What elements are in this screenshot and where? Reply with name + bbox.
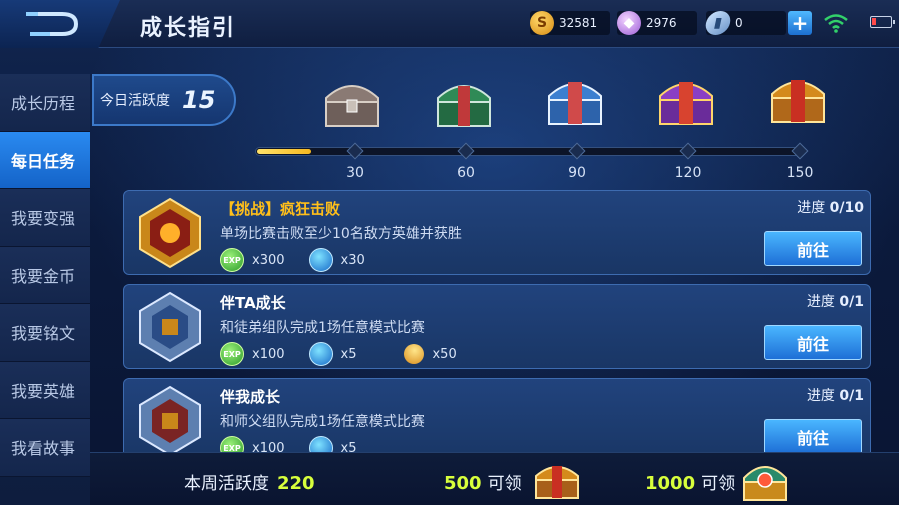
challenge-badge-icon bbox=[139, 197, 201, 269]
claim-threshold: 1000 bbox=[645, 473, 696, 494]
reward-amount: x5 bbox=[340, 346, 357, 362]
diamond-value: 2976 bbox=[646, 16, 677, 30]
task-progress: 进度 0/10 bbox=[797, 197, 864, 217]
page-title: 成长指引 bbox=[140, 16, 237, 41]
sidebar-item-label: 每日任务 bbox=[11, 151, 76, 171]
voucher-currency: ▮ 0 bbox=[703, 11, 786, 35]
task-progress-label: 进度 bbox=[806, 294, 835, 310]
task-progress-label: 进度 bbox=[797, 200, 826, 216]
mentor-badge-icon bbox=[139, 291, 201, 363]
weekly-claim-500: 500 可领 bbox=[444, 469, 522, 494]
star-fragment-icon bbox=[400, 339, 429, 369]
sidebar-item-label: 成长历程 bbox=[11, 94, 76, 114]
task-progress: 进度 0/1 bbox=[807, 291, 864, 311]
task-title: 【挑战】疯狂击败 bbox=[220, 200, 341, 218]
gold-currency: S 32581 bbox=[530, 11, 610, 35]
back-arrow-icon bbox=[26, 12, 79, 36]
reward-item: x5 bbox=[308, 342, 357, 366]
reward-item: x30 bbox=[308, 248, 365, 272]
reward-amount: x50 bbox=[432, 346, 457, 362]
chest-icon-150[interactable] bbox=[762, 66, 834, 130]
diamond-icon: ◆ bbox=[617, 11, 641, 35]
reward-amount: x5 bbox=[340, 440, 357, 453]
exp-icon: EXP bbox=[220, 342, 244, 366]
wifi-icon bbox=[824, 14, 848, 33]
task-progress: 进度 0/1 bbox=[807, 385, 864, 405]
weekly-activity-bar: 本周活跃度 220 500 可领 1000 可领 bbox=[90, 452, 899, 505]
daily-activity-value: 15 bbox=[182, 86, 216, 114]
task-card: 伴我成长 和师父组队完成1场任意模式比赛 EXP x100 x5 进度 0/1 … bbox=[123, 378, 871, 452]
back-button[interactable] bbox=[0, 0, 120, 48]
task-description: 和师父组队完成1场任意模式比赛 bbox=[220, 414, 425, 430]
weekly-chest-icon-500[interactable] bbox=[530, 456, 584, 504]
claim-label: 可领 bbox=[487, 474, 522, 494]
daily-activity-label: 今日活跃度 bbox=[100, 93, 170, 109]
orb-icon bbox=[308, 436, 333, 452]
reward-item: x5 bbox=[308, 436, 357, 453]
claim-threshold: 500 bbox=[444, 473, 482, 494]
exp-icon: EXP bbox=[220, 248, 244, 272]
weekly-claim-1000: 1000 可领 bbox=[645, 469, 735, 494]
sidebar-item-growth-history[interactable]: 成长历程 bbox=[0, 74, 90, 132]
gold-coin-icon: S bbox=[530, 11, 554, 35]
voucher-value: 0 bbox=[735, 16, 743, 30]
claim-label: 可领 bbox=[701, 474, 736, 494]
chest-icon-120[interactable] bbox=[650, 68, 722, 132]
orb-icon bbox=[308, 248, 333, 272]
top-bar: 成长指引 S 32581 ◆ 2976 ▮ 0 + bbox=[0, 0, 899, 48]
reward-item: EXP x100 bbox=[220, 342, 285, 366]
task-progress-value: 0/1 bbox=[839, 388, 864, 404]
chest-icon-30[interactable] bbox=[316, 70, 388, 134]
weekly-activity-value: 220 bbox=[277, 473, 315, 494]
voucher-icon: ▮ bbox=[703, 11, 733, 35]
task-title: 伴我成长 bbox=[220, 388, 281, 406]
gold-value: 32581 bbox=[559, 16, 598, 30]
exp-icon: EXP bbox=[220, 436, 244, 452]
recharge-plus-button[interactable]: + bbox=[788, 11, 812, 35]
weekly-chest-icon-1000[interactable] bbox=[738, 456, 792, 504]
reward-amount: x30 bbox=[340, 252, 365, 268]
task-rewards: EXP x300 x30 bbox=[220, 248, 389, 272]
weekly-activity-label: 本周活跃度 bbox=[184, 474, 269, 494]
diamond-currency: ◆ 2976 bbox=[617, 11, 697, 35]
task-progress-label: 进度 bbox=[806, 388, 835, 404]
task-rewards: EXP x100 x5 x50 bbox=[220, 339, 481, 369]
task-progress-value: 0/1 bbox=[839, 294, 864, 310]
weekly-activity: 本周活跃度 220 bbox=[184, 469, 315, 494]
task-description: 单场比赛击败至少10名敌方英雄并获胜 bbox=[220, 226, 462, 242]
chest-icon-90[interactable] bbox=[539, 68, 611, 132]
reward-amount: x100 bbox=[252, 440, 285, 453]
task-progress-value: 0/10 bbox=[829, 200, 864, 216]
sidebar-item-daily-tasks[interactable]: 每日任务 bbox=[0, 131, 90, 189]
reward-item: x50 bbox=[400, 339, 457, 369]
chest-icon-60[interactable] bbox=[428, 70, 500, 134]
apprentice-badge-icon bbox=[139, 385, 201, 452]
orb-icon bbox=[308, 342, 333, 366]
task-card: 伴TA成长 和徒弟组队完成1场任意模式比赛 EXP x100 x5 x50 进度… bbox=[123, 284, 871, 369]
task-rewards: EXP x100 x5 bbox=[220, 436, 380, 452]
daily-activity-box: 今日活跃度 15 bbox=[92, 74, 236, 126]
task-description: 和徒弟组队完成1场任意模式比赛 bbox=[220, 320, 425, 336]
go-button[interactable]: 前往 bbox=[764, 231, 862, 266]
battery-icon bbox=[870, 16, 895, 28]
task-card: 【挑战】疯狂击败 单场比赛击败至少10名敌方英雄并获胜 EXP x300 x30… bbox=[123, 190, 871, 275]
go-button[interactable]: 前往 bbox=[764, 419, 862, 452]
reward-amount: x300 bbox=[252, 252, 285, 268]
reward-item: EXP x300 bbox=[220, 248, 285, 272]
reward-item: EXP x100 bbox=[220, 436, 285, 452]
task-list[interactable]: 【挑战】疯狂击败 单场比赛击败至少10名敌方英雄并获胜 EXP x300 x30… bbox=[0, 188, 899, 452]
go-button[interactable]: 前往 bbox=[764, 325, 862, 360]
reward-amount: x100 bbox=[252, 346, 285, 362]
task-title: 伴TA成长 bbox=[220, 294, 286, 312]
